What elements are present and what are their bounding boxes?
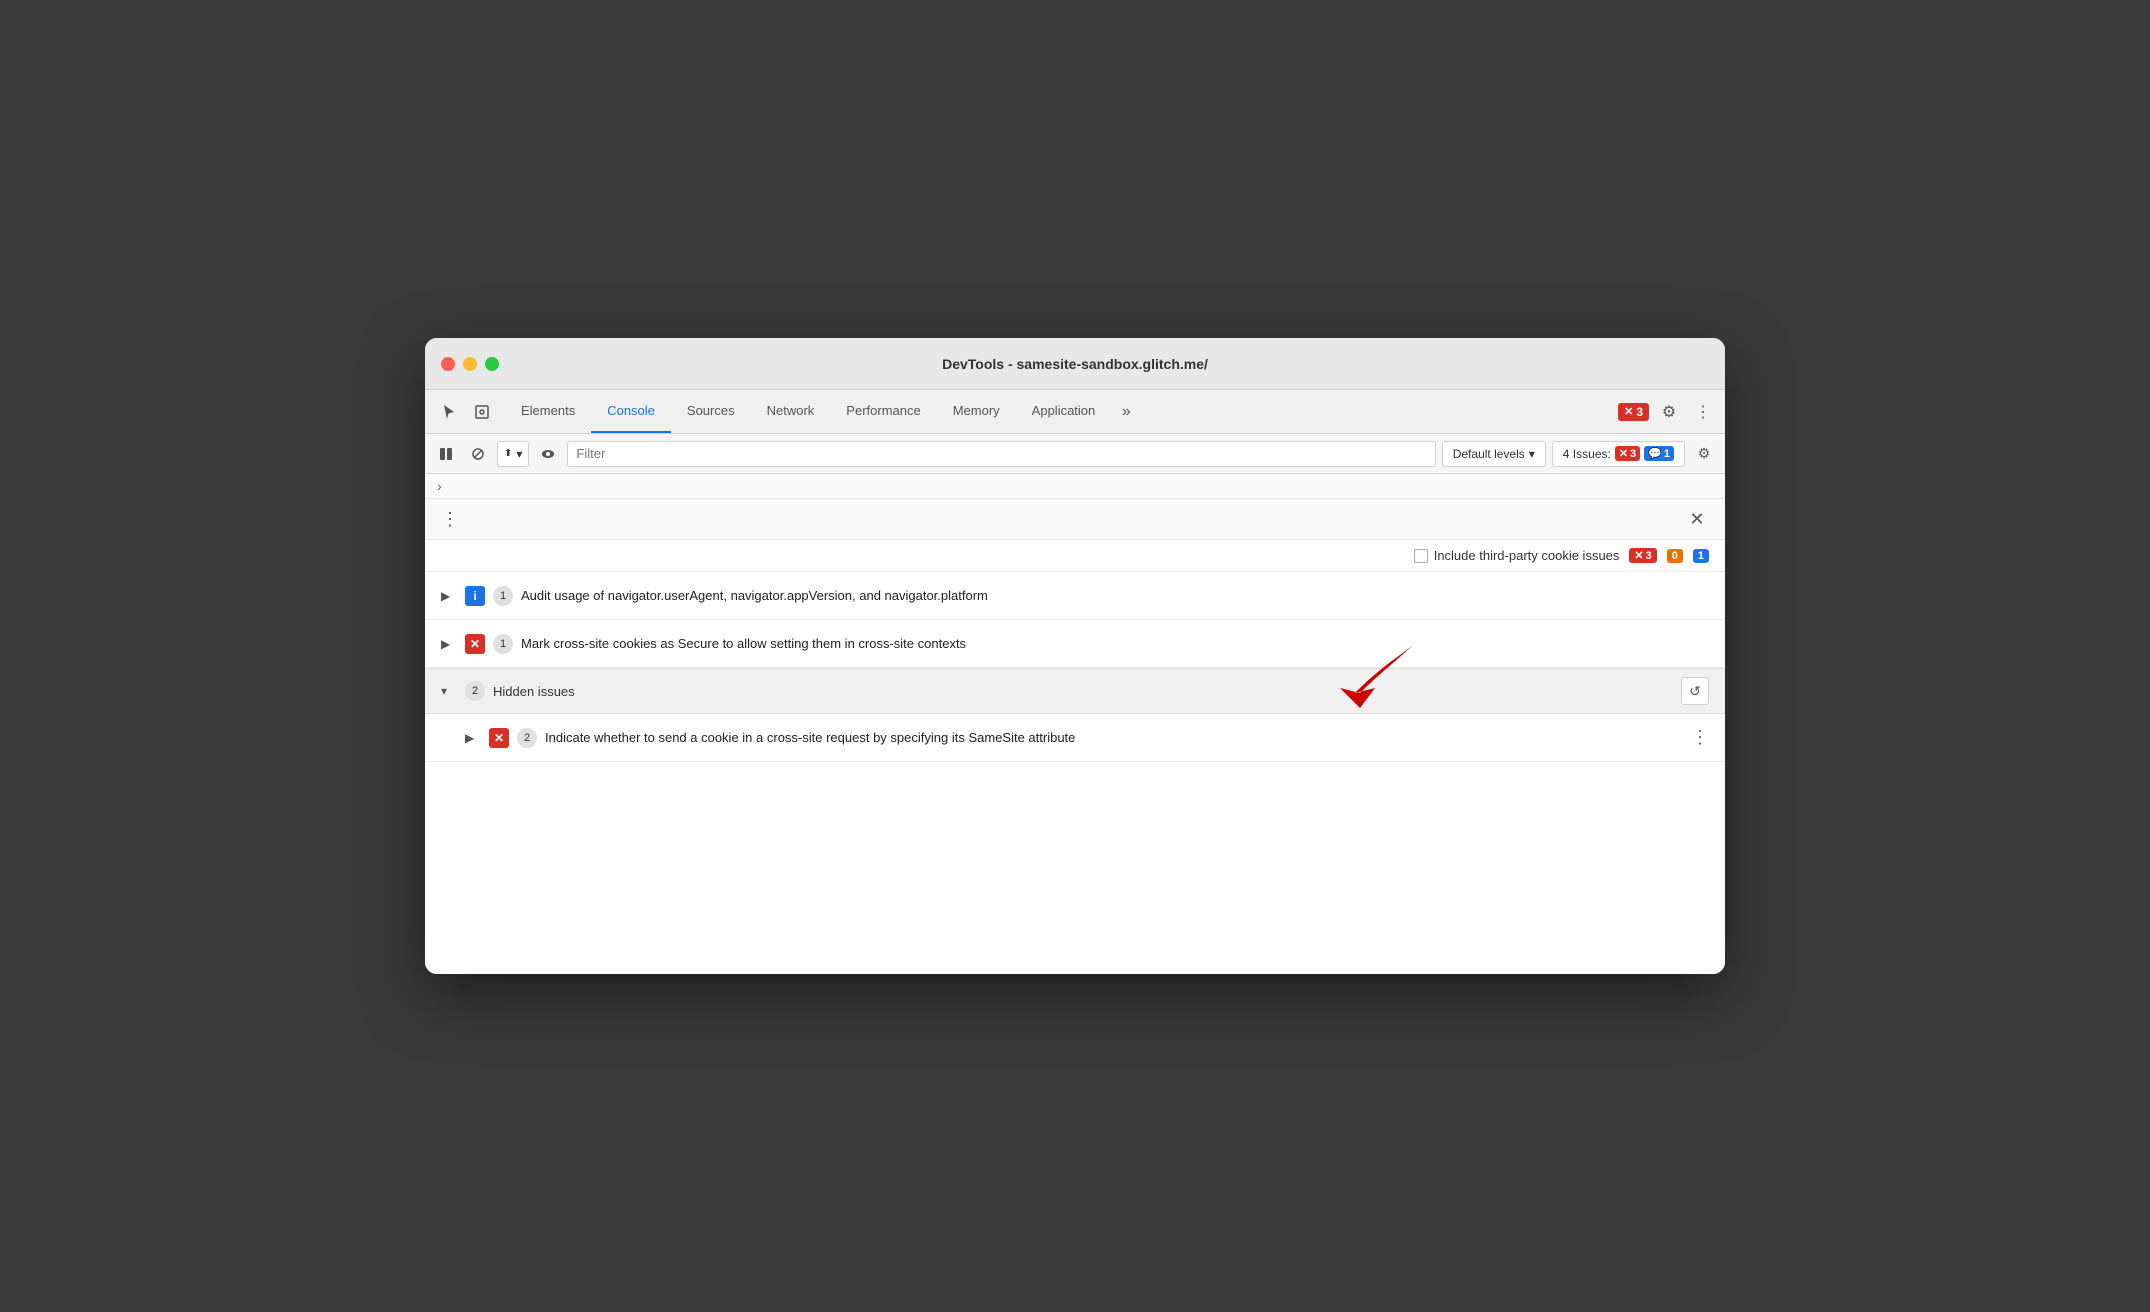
toggle-sidebar-button[interactable] <box>433 441 459 467</box>
tab-performance[interactable]: Performance <box>830 390 936 433</box>
eye-icon-button[interactable] <box>535 441 561 467</box>
more-options-icon-button[interactable]: ⋮ <box>1689 398 1717 426</box>
tab-actions: ✕ 3 ⚙ ⋮ <box>1618 398 1717 426</box>
issues-kebab-icon[interactable]: ⋮ <box>441 510 460 528</box>
tab-console[interactable]: Console <box>591 390 671 433</box>
hidden-issues-label: Hidden issues <box>493 684 1673 699</box>
issues-count-badge[interactable]: 4 Issues: ✕ 3 💬 1 <box>1552 441 1685 467</box>
title-bar: DevTools - samesite-sandbox.glitch.me/ <box>425 338 1725 390</box>
error-badge: ✕ 3 <box>1618 403 1649 421</box>
nested-issue-count-badge: 2 <box>517 728 537 748</box>
default-levels-button[interactable]: Default levels ▾ <box>1442 441 1546 467</box>
path-chevron-icon: › <box>437 478 442 494</box>
error-x-icon: ✕ <box>1624 405 1633 418</box>
issue-text: Audit usage of navigator.userAgent, navi… <box>521 588 1709 603</box>
maximize-window-button[interactable] <box>485 357 499 371</box>
window-controls <box>441 357 499 371</box>
cookie-issues-row: Include third-party cookie issues ✕ 3 0 … <box>425 540 1725 572</box>
nested-issue-row[interactable]: ▶ ✕ 2 Indicate whether to send a cookie … <box>425 714 1725 762</box>
issues-info-count: 💬 1 <box>1644 446 1674 461</box>
ban-icon-button[interactable] <box>465 441 491 467</box>
issues-error-count: ✕ 3 <box>1615 446 1640 461</box>
issue-error-icon: ✕ <box>465 634 485 654</box>
hidden-issues-expand-icon[interactable]: ▾ <box>441 684 457 698</box>
tab-icon-group <box>433 397 497 427</box>
issue-info-icon: i <box>465 586 485 606</box>
issue-text: Mark cross-site cookies as Secure to all… <box>521 636 1709 651</box>
inspect-icon-button[interactable] <box>467 397 497 427</box>
minimize-window-button[interactable] <box>463 357 477 371</box>
more-tabs-button[interactable]: » <box>1111 397 1141 427</box>
cookie-error-badge: ✕ 3 <box>1629 548 1656 563</box>
tab-network[interactable]: Network <box>751 390 831 433</box>
issue-count-badge: 1 <box>493 586 513 606</box>
issue-row[interactable]: ▶ ✕ 1 Mark cross-site cookies as Secure … <box>425 620 1725 668</box>
cursor-icon-button[interactable] <box>433 397 463 427</box>
hidden-issues-section-header: ▾ 2 Hidden issues ↺ <box>425 668 1725 714</box>
context-selector[interactable]: ⬆ ▾ <box>497 441 529 467</box>
settings-icon-button[interactable]: ⚙ <box>1655 398 1683 426</box>
console-body: › ⋮ ✕ Include third-party cookie issues … <box>425 474 1725 974</box>
devtools-window: DevTools - samesite-sandbox.glitch.me/ E… <box>425 338 1725 974</box>
tab-sources[interactable]: Sources <box>671 390 751 433</box>
tab-elements[interactable]: Elements <box>505 390 591 433</box>
nested-issue-kebab-icon[interactable]: ⋮ <box>1691 727 1709 748</box>
tab-application[interactable]: Application <box>1016 390 1112 433</box>
issue-row[interactable]: ▶ i 1 Audit usage of navigator.userAgent… <box>425 572 1725 620</box>
cookie-info-badge: 1 <box>1693 549 1709 563</box>
filter-input[interactable] <box>567 441 1435 467</box>
cookie-warning-badge: 0 <box>1667 549 1683 563</box>
nested-issue-error-icon: ✕ <box>489 728 509 748</box>
issue-count-badge: 1 <box>493 634 513 654</box>
devtools-tab-bar: Elements Console Sources Network Perform… <box>425 390 1725 434</box>
console-toolbar: ⬆ ▾ Default levels ▾ 4 Issues: ✕ 3 💬 1 <box>425 434 1725 474</box>
close-window-button[interactable] <box>441 357 455 371</box>
tabs-list: Elements Console Sources Network Perform… <box>505 390 1618 433</box>
issues-panel-header: ⋮ ✕ <box>425 499 1725 540</box>
expand-arrow-icon[interactable]: ▶ <box>441 637 457 651</box>
console-settings-button[interactable]: ⚙ <box>1691 441 1717 467</box>
tab-memory[interactable]: Memory <box>937 390 1016 433</box>
refresh-issues-button[interactable]: ↺ <box>1681 677 1709 705</box>
nested-issue-text: Indicate whether to send a cookie in a c… <box>545 730 1683 745</box>
expand-arrow-icon[interactable]: ▶ <box>441 589 457 603</box>
red-arrow-svg <box>1325 633 1445 713</box>
window-title: DevTools - samesite-sandbox.glitch.me/ <box>942 356 1208 372</box>
nested-expand-arrow-icon[interactable]: ▶ <box>465 731 481 745</box>
console-path: › <box>425 474 1725 499</box>
cookie-issues-checkbox[interactable] <box>1414 549 1428 563</box>
issues-close-icon[interactable]: ✕ <box>1685 507 1709 531</box>
cookie-issues-checkbox-label[interactable]: Include third-party cookie issues <box>1414 548 1620 563</box>
hidden-issues-count-badge: 2 <box>465 681 485 701</box>
